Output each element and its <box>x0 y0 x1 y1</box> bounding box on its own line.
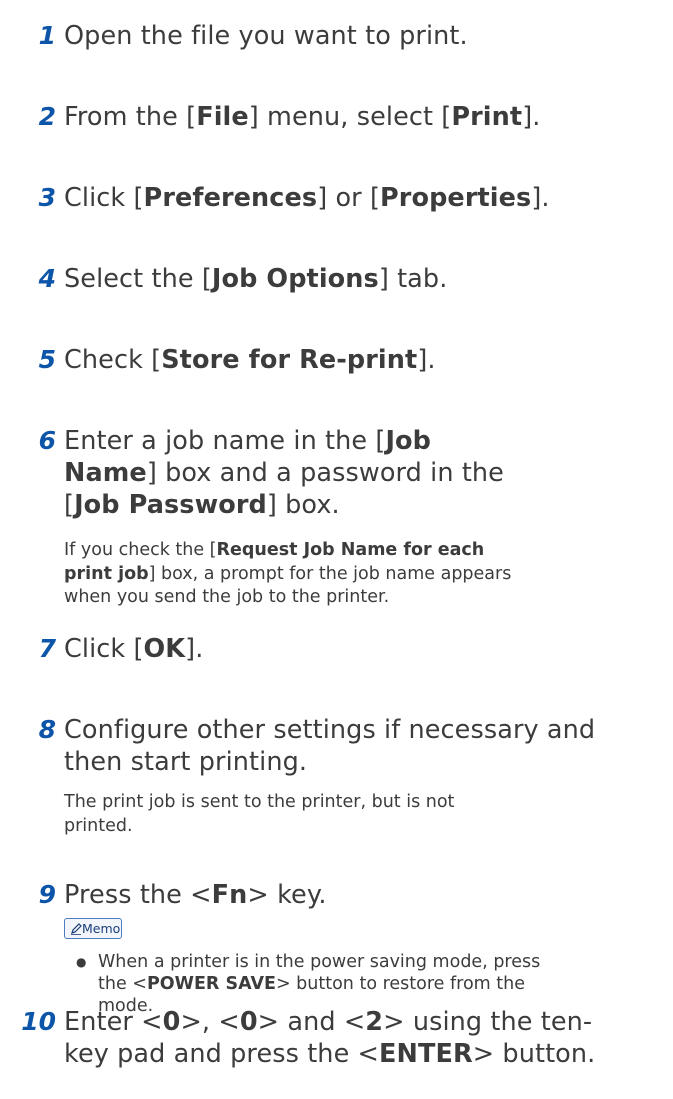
bold-term: Job Password <box>74 490 267 520</box>
step-number: 8 <box>38 715 56 744</box>
text-run: Click [ <box>64 183 144 213</box>
bold-term: Print <box>451 102 523 132</box>
text-run: ] menu, select [ <box>248 102 452 132</box>
memo-label: Memo <box>82 921 121 936</box>
bold-term: ENTER <box>379 1039 473 1069</box>
step-note: If you check the [Request Job Name for e… <box>64 539 514 610</box>
step-number: 2 <box>38 102 56 131</box>
step-text: Check [Store for Re-print]. <box>64 344 654 376</box>
text-run: Check [ <box>64 345 162 375</box>
step-number: 10 <box>21 1007 56 1036</box>
bold-term: Job Options <box>211 264 379 294</box>
text-run: From the [ <box>64 102 197 132</box>
bold-term: OK <box>143 634 186 664</box>
step-text: Enter a job name in the [Job Name] box a… <box>64 425 519 521</box>
step-text: Open the file you want to print. <box>64 20 654 52</box>
text-run: Open the file you want to print. <box>64 21 468 51</box>
bullet-icon: ● <box>76 955 87 969</box>
bold-term: Fn <box>211 880 248 910</box>
text-run: > button. <box>472 1039 596 1069</box>
bold-term: Properties <box>380 183 532 213</box>
memo-badge: Memo <box>64 918 122 939</box>
text-run: > and < <box>257 1007 366 1037</box>
text-run: Click [ <box>64 634 144 664</box>
step-text: From the [File] menu, select [Print]. <box>64 101 654 133</box>
text-run: ]. <box>417 345 436 375</box>
text-run: Press the < <box>64 880 212 910</box>
bold-term: POWER SAVE <box>146 974 276 994</box>
text-run: Enter a job name in the [ <box>64 426 386 456</box>
bold-term: 2 <box>365 1007 384 1037</box>
step-text: Click [Preferences] or [Properties]. <box>64 182 654 214</box>
step-number: 7 <box>38 634 56 663</box>
text-run: > key. <box>247 880 327 910</box>
bold-term: Preferences <box>143 183 318 213</box>
text-run: ]. <box>522 102 541 132</box>
text-run: Configure other settings if necessary an… <box>64 715 596 777</box>
bold-term: Store for Re-print <box>161 345 418 375</box>
text-run: ] or [ <box>317 183 380 213</box>
step-number: 5 <box>38 345 56 374</box>
step-number: 6 <box>38 426 56 455</box>
bold-term: File <box>196 102 249 132</box>
text-run: Select the [ <box>64 264 212 294</box>
step-number: 3 <box>38 183 56 212</box>
pencil-icon <box>71 923 82 935</box>
step-text: Press the <Fn> key. <box>64 879 654 911</box>
step-text: Configure other settings if necessary an… <box>64 714 654 778</box>
text-run: ] tab. <box>378 264 448 294</box>
text-run: If you check the [ <box>64 540 217 560</box>
step-note: The print job is sent to the printer, bu… <box>64 791 474 838</box>
text-run: >, < <box>180 1007 240 1037</box>
text-run: ]. <box>531 183 550 213</box>
step-text: Enter <0>, <0> and <2> using the ten-key… <box>64 1006 604 1070</box>
step-number: 4 <box>38 264 56 293</box>
step-number: 9 <box>38 880 56 909</box>
text-run: Enter < <box>64 1007 163 1037</box>
text-run: ]. <box>185 634 204 664</box>
step-text: Select the [Job Options] tab. <box>64 263 654 295</box>
text-run: ] box. <box>266 490 340 520</box>
text-run: The print job is sent to the printer, bu… <box>64 792 455 836</box>
bold-term: 0 <box>239 1007 258 1037</box>
bold-term: 0 <box>162 1007 181 1037</box>
step-number: 1 <box>38 21 56 50</box>
step-text: Click [OK]. <box>64 633 654 665</box>
